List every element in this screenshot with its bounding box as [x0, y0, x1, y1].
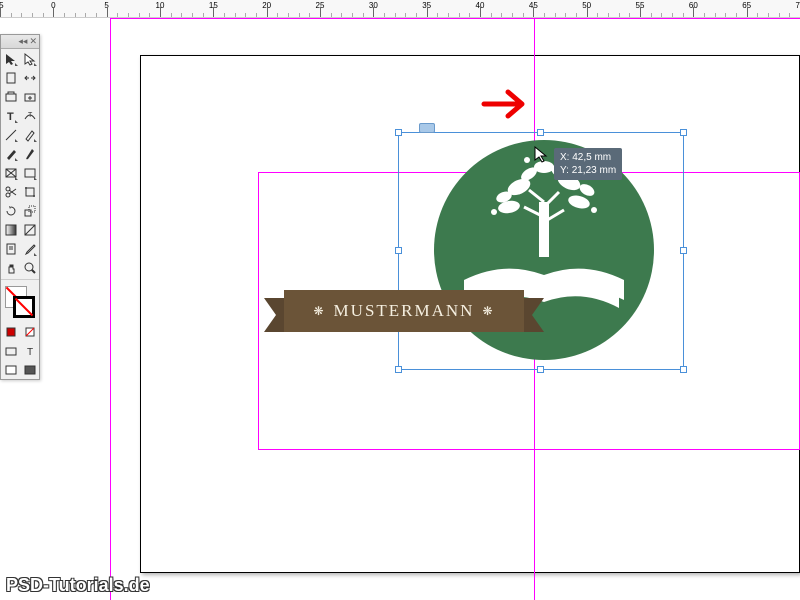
tool-rotate[interactable] — [1, 201, 20, 220]
handle-mid-right[interactable] — [680, 247, 687, 254]
svg-text:T: T — [7, 111, 14, 123]
tool-line[interactable] — [1, 125, 20, 144]
watermark: PSD-Tutorials.de — [6, 575, 150, 596]
svg-text:T: T — [28, 112, 33, 119]
canvas[interactable]: ❋ MUSTERMANN ❋ X: 42,5 mm Y: 21,23 mm — [0, 18, 800, 600]
tool-scale[interactable] — [20, 201, 39, 220]
tool-type-path[interactable]: T — [20, 106, 39, 125]
stroke-swatch[interactable] — [13, 296, 35, 318]
fill-stroke-swatch[interactable] — [5, 286, 35, 318]
tool-view-mode-preview[interactable] — [20, 360, 39, 379]
tool-gradient-swatch[interactable] — [1, 220, 20, 239]
tool-gradient-feather[interactable] — [20, 220, 39, 239]
tool-format-container[interactable] — [1, 341, 20, 360]
ribbon-deco-right: ❋ — [482, 304, 494, 319]
link-badge-icon — [419, 123, 435, 133]
horizontal-ruler[interactable]: -50510152025303540455055606570 — [0, 0, 800, 18]
handle-bottom-left[interactable] — [395, 366, 402, 373]
tool-direct-selection[interactable] — [20, 49, 39, 68]
ribbon-main: ❋ MUSTERMANN ❋ — [284, 290, 524, 332]
logo-text: ❋ MUSTERMANN ❋ — [313, 301, 494, 321]
tool-apply-none[interactable] — [20, 322, 39, 341]
tool-content-collector[interactable] — [1, 87, 20, 106]
palette-header[interactable]: ◂◂ ✕ — [1, 35, 39, 49]
tool-selection[interactable] — [1, 49, 20, 68]
handle-mid-left[interactable] — [395, 247, 402, 254]
tool-grid: T T T — [1, 49, 39, 379]
tool-gap[interactable] — [20, 68, 39, 87]
handle-top-mid[interactable] — [537, 129, 544, 136]
handle-top-right[interactable] — [680, 129, 687, 136]
tool-pencil[interactable] — [1, 144, 20, 163]
palette-close-icon[interactable]: ✕ — [29, 36, 37, 47]
coordinate-tooltip: X: 42,5 mm Y: 21,23 mm — [554, 148, 622, 180]
tool-pen[interactable] — [20, 125, 39, 144]
tool-content-placer[interactable] — [20, 87, 39, 106]
coord-x-value: 42,5 mm — [572, 152, 611, 163]
tool-note[interactable] — [1, 239, 20, 258]
handle-top-left[interactable] — [395, 129, 402, 136]
tool-hand[interactable] — [1, 258, 20, 277]
tool-apply-color[interactable] — [1, 322, 20, 341]
logo-ribbon: ❋ MUSTERMANN ❋ — [264, 290, 544, 332]
handle-bottom-mid[interactable] — [537, 366, 544, 373]
ribbon-deco-left: ❋ — [313, 304, 325, 319]
tool-type[interactable]: T — [1, 106, 20, 125]
tool-palette: ◂◂ ✕ T T T — [0, 34, 40, 380]
cursor-icon — [534, 146, 550, 164]
tool-type-format[interactable]: T — [20, 341, 39, 360]
tool-page[interactable] — [1, 68, 20, 87]
handle-bottom-right[interactable] — [680, 366, 687, 373]
svg-text:T: T — [27, 347, 33, 358]
coord-x-label: X: — [560, 152, 569, 163]
palette-collapse-icon[interactable]: ◂◂ — [18, 36, 27, 47]
logo-label: MUSTERMANN — [334, 301, 475, 321]
tool-rectangle-frame[interactable] — [1, 163, 20, 182]
coord-y-label: Y: — [560, 165, 569, 176]
tool-rectangle[interactable] — [20, 163, 39, 182]
tool-view-mode-normal[interactable] — [1, 360, 20, 379]
tool-free-transform[interactable] — [20, 182, 39, 201]
tool-brush[interactable] — [20, 144, 39, 163]
tool-scissors[interactable] — [1, 182, 20, 201]
tool-eyedropper[interactable] — [20, 239, 39, 258]
tool-zoom[interactable] — [20, 258, 39, 277]
coord-y-value: 21,23 mm — [572, 165, 616, 176]
annotation-arrow-icon — [480, 86, 530, 127]
